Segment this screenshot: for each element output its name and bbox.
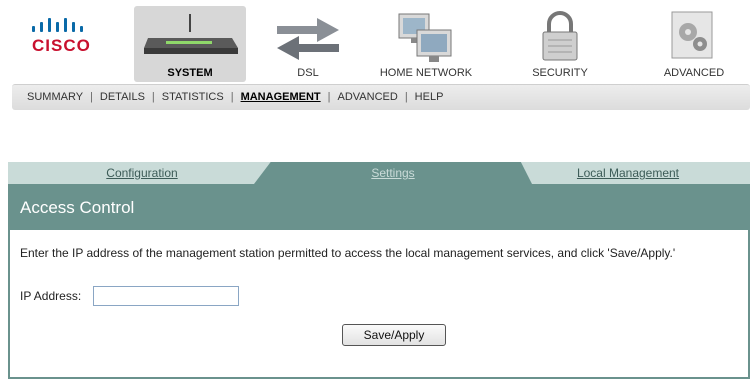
gears-icon <box>671 11 713 59</box>
transfer-arrows-icon <box>277 18 339 60</box>
nav-advanced[interactable]: ADVANCED <box>638 6 750 82</box>
nav-home-network-label: HOME NETWORK <box>379 67 473 79</box>
padlock-icon <box>542 11 578 61</box>
save-apply-button[interactable]: Save/Apply <box>342 324 446 346</box>
subnav-summary[interactable]: SUMMARY <box>20 91 90 103</box>
subnav-management[interactable]: MANAGEMENT <box>234 91 328 103</box>
nav-dsl-label: DSL <box>297 67 319 79</box>
tab-settings[interactable]: Settings <box>254 162 532 184</box>
access-control-panel: Access Control Enter the IP address of t… <box>8 184 750 379</box>
logo-text: CISCO <box>32 36 91 55</box>
tab-bar: Configuration Local Management Settings <box>8 162 750 184</box>
panel-title: Access Control <box>10 184 748 230</box>
nav-advanced-label: ADVANCED <box>663 67 725 79</box>
nav-home-network[interactable]: HOME NETWORK <box>370 6 482 82</box>
instructions-text: Enter the IP address of the management s… <box>20 246 676 260</box>
ip-address-input[interactable] <box>93 286 240 306</box>
subnav-statistics[interactable]: STATISTICS <box>155 91 231 103</box>
cisco-bars-icon <box>32 16 94 32</box>
subnav-details[interactable]: DETAILS <box>93 91 152 103</box>
nav-system-label: SYSTEM <box>167 67 213 79</box>
top-navigation: SYSTEM DSL HOME NETWORK SECURITY ADVANCE… <box>134 6 750 84</box>
nav-dsl[interactable]: DSL <box>252 6 364 82</box>
tab-configuration[interactable]: Configuration <box>8 162 276 184</box>
sub-navigation: SUMMARY | DETAILS | STATISTICS | MANAGEM… <box>12 84 750 110</box>
page: CISCO SYSTEM DSL HOME NETWORK SECURITY A… <box>0 0 750 379</box>
nav-security-label: SECURITY <box>532 67 588 79</box>
router-icon <box>144 14 238 54</box>
cisco-logo: CISCO <box>22 16 102 58</box>
computers-icon <box>398 13 452 62</box>
subnav-advanced[interactable]: ADVANCED <box>331 91 405 103</box>
ip-address-label: IP Address: <box>20 289 82 303</box>
tab-local-management[interactable]: Local Management <box>506 162 750 184</box>
nav-system[interactable]: SYSTEM <box>134 6 246 82</box>
nav-security[interactable]: SECURITY <box>504 6 616 82</box>
subnav-help[interactable]: HELP <box>408 91 451 103</box>
